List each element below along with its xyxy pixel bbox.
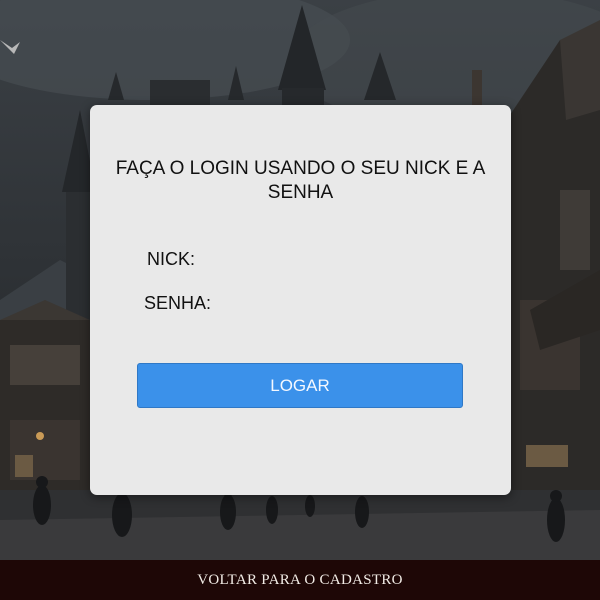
login-title: FAÇA O LOGIN USANDO O SEU NICK E A SENHA	[115, 158, 486, 203]
login-card: FAÇA O LOGIN USANDO O SEU NICK E A SENHA…	[90, 105, 511, 495]
nick-input[interactable]	[202, 247, 426, 275]
password-input[interactable]	[218, 291, 442, 319]
password-field-row: SENHA:	[90, 289, 511, 319]
back-to-register-link[interactable]: VOLTAR PARA O CADASTRO	[197, 572, 403, 589]
nick-field-row: NICK:	[90, 245, 511, 275]
password-label: SENHA:	[144, 293, 212, 313]
nick-label: NICK:	[147, 249, 196, 269]
login-button[interactable]: LOGAR	[137, 363, 463, 408]
footer-bar: VOLTAR PARA O CADASTRO	[0, 560, 600, 600]
